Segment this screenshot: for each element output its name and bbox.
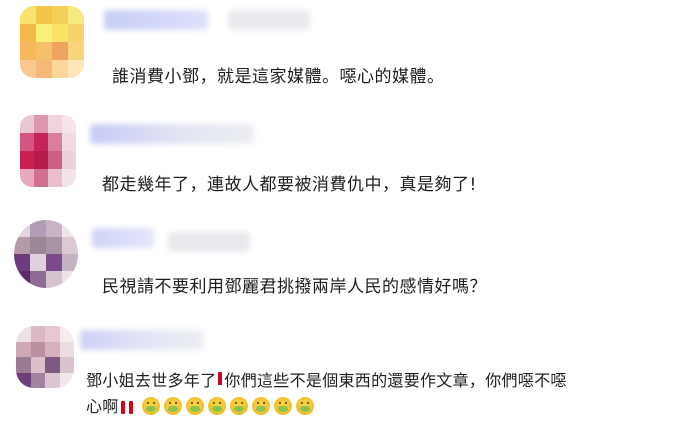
- commenter-name[interactable]: [90, 124, 254, 144]
- red-exclamation-icon: [128, 401, 133, 414]
- nauseated-face-icon: [186, 397, 204, 415]
- nauseated-face-icon: [230, 397, 248, 415]
- commenter-name[interactable]: [80, 330, 204, 350]
- avatar[interactable]: [14, 220, 78, 288]
- commenter-meta: [228, 10, 310, 30]
- comment-text: 都走幾年了，連故人都要被消費仇中，真是夠了!: [102, 175, 477, 195]
- comment-text: 民視請不要利用鄧麗君挑撥兩岸人民的感情好嗎？: [102, 277, 487, 297]
- comment-text-part3: 心啊: [86, 397, 119, 416]
- commenter-name[interactable]: [92, 228, 154, 248]
- nauseated-face-icon: [296, 397, 314, 415]
- nauseated-face-icon: [142, 397, 160, 415]
- comment-text-part2: 你們這些不是個東西的還要作文章，你們噁不噁: [224, 371, 567, 390]
- commenter-name[interactable]: [104, 10, 208, 30]
- red-exclamation-icon: [218, 372, 223, 389]
- avatar[interactable]: [20, 115, 76, 187]
- nauseated-face-icon: [252, 397, 270, 415]
- comment-text: 鄧小姐去世多年了 你們這些不是個東西的還要作文章，你們噁不噁 心啊: [86, 368, 696, 420]
- comment-text-part1: 鄧小姐去世多年了: [86, 371, 217, 390]
- nauseated-face-icon: [164, 397, 182, 415]
- nauseated-face-icon: [274, 397, 292, 415]
- red-exclamation-icon: [120, 401, 125, 414]
- comment-text: 誰消費小鄧，就是這家媒體。噁心的媒體。: [112, 67, 445, 87]
- avatar[interactable]: [20, 6, 84, 78]
- avatar[interactable]: [16, 326, 74, 388]
- nauseated-face-icon: [208, 397, 226, 415]
- commenter-meta: [168, 232, 250, 252]
